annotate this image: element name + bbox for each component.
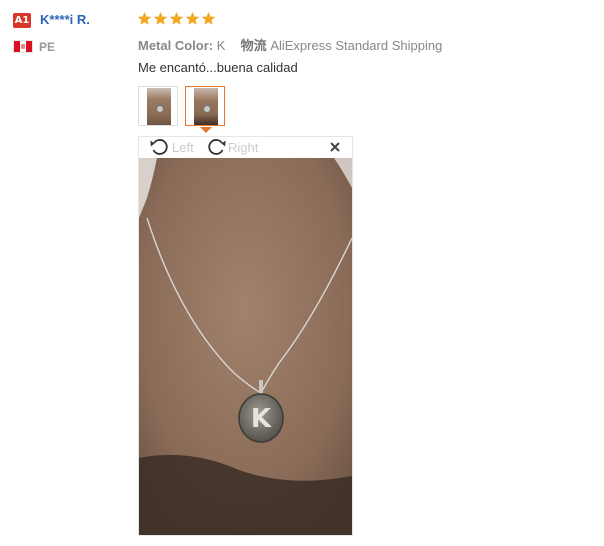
necklace-photo: K — [139, 158, 352, 535]
rotate-left-label: Left — [172, 139, 194, 155]
review-photo-large: K — [139, 158, 352, 535]
close-viewer-button[interactable] — [328, 140, 342, 154]
viewer-toolbar: Left Right — [139, 137, 352, 158]
product-attributes: Metal Color: K 物流 AliExpress Standard Sh… — [138, 35, 442, 54]
star-icon — [137, 11, 152, 25]
rotate-right-icon — [208, 139, 226, 155]
reviewer-name[interactable]: K****i R. — [40, 12, 90, 27]
star-icon — [153, 11, 168, 25]
color-value: K — [216, 38, 226, 53]
review-photo-thumbnail-selected[interactable] — [185, 86, 225, 126]
buyer-level-badge: A1 — [13, 13, 31, 28]
review-photo-thumbnail[interactable] — [138, 86, 178, 126]
rating-stars — [137, 11, 216, 27]
star-icon — [169, 11, 184, 25]
close-icon — [330, 142, 340, 152]
country-flag-icon — [13, 40, 33, 53]
rotate-left-icon — [150, 139, 168, 155]
rotate-right-label: Right — [228, 139, 259, 155]
reviewer-country: PE — [39, 40, 56, 54]
pendant-letter: K — [251, 404, 272, 434]
selected-thumbnail-caret-icon — [200, 127, 212, 133]
star-icon — [201, 11, 216, 25]
photo-viewer: Left Right K — [138, 136, 353, 536]
rotate-left-button[interactable]: Left — [149, 137, 194, 157]
thumbnail-image — [194, 88, 218, 125]
review-text: Me encantó...buena calidad — [138, 60, 298, 75]
color-label: Metal Color: — [138, 38, 214, 53]
rotate-right-button[interactable]: Right — [205, 137, 258, 157]
shipping-label: 物流 — [240, 38, 267, 53]
shipping-value: AliExpress Standard Shipping — [270, 38, 443, 53]
thumbnail-image — [147, 88, 171, 125]
star-icon — [185, 11, 200, 25]
